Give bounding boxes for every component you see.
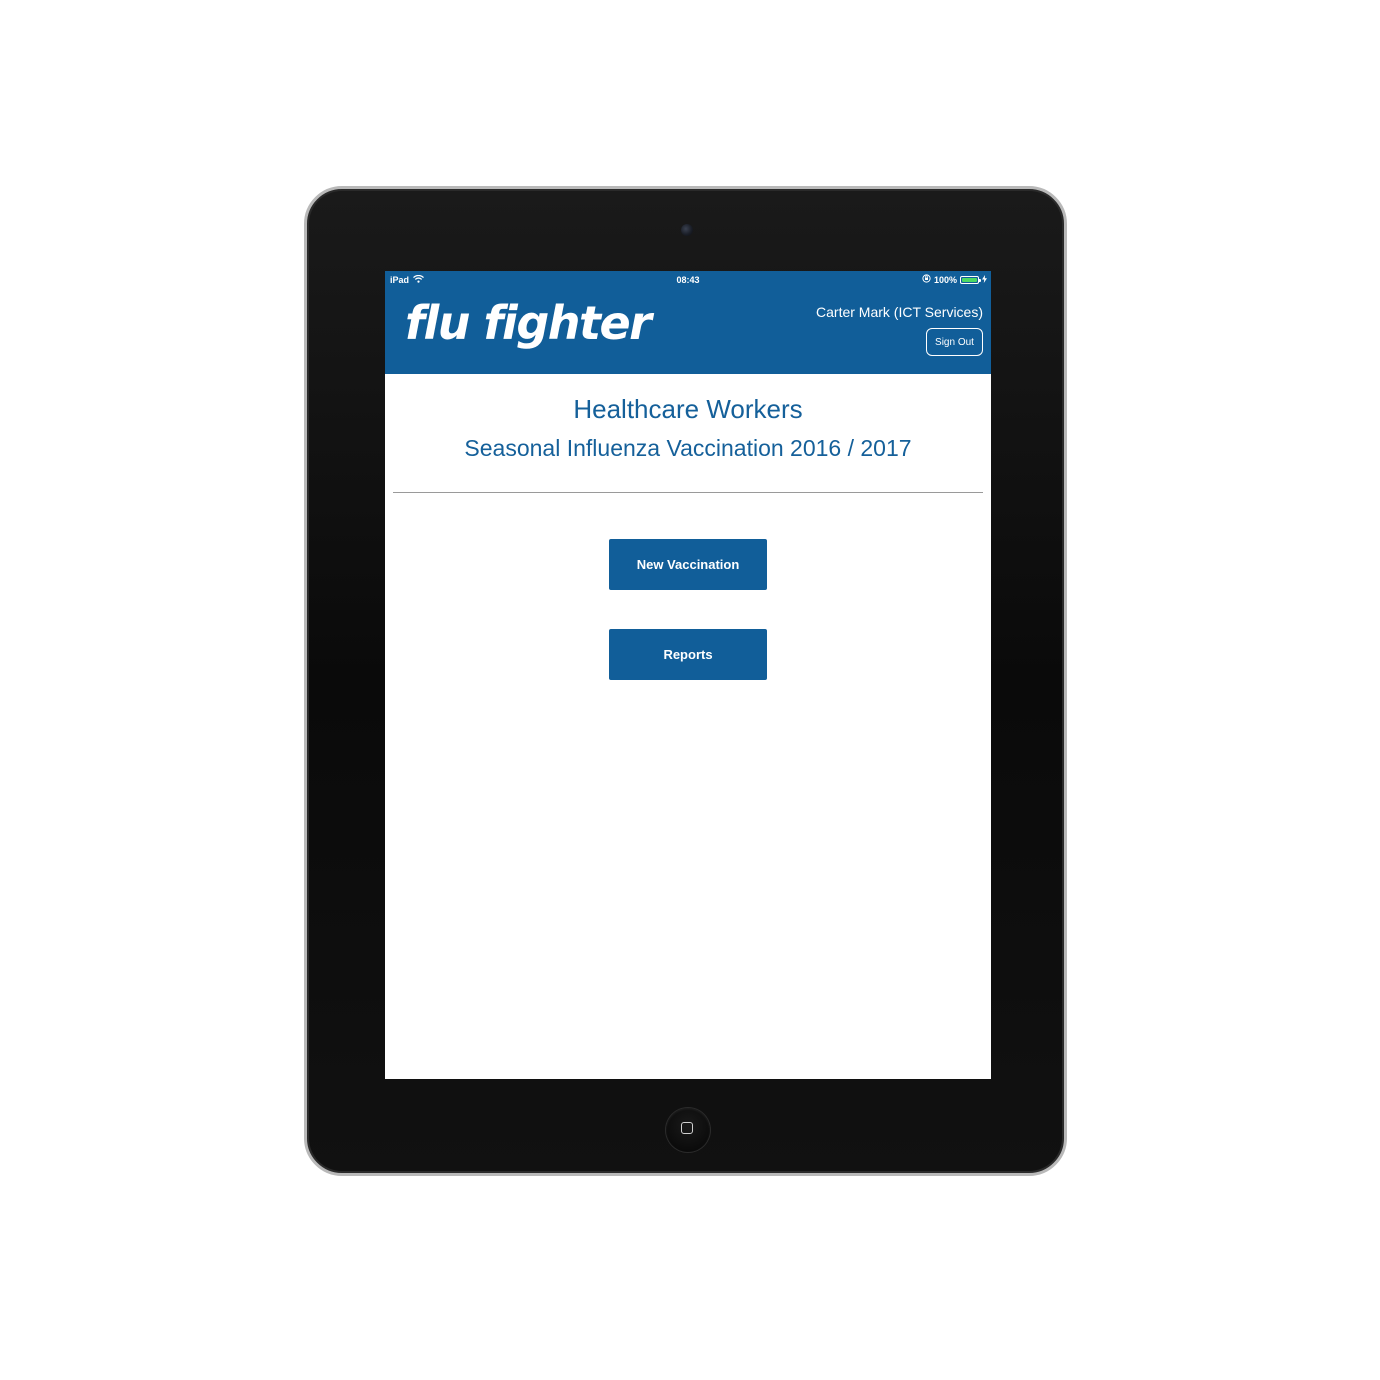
sign-out-button[interactable]: Sign Out [926,328,983,356]
battery-fill [962,277,977,282]
page-title: Healthcare Workers [573,394,803,424]
user-name: Carter Mark (ICT Services) [816,304,983,320]
home-button[interactable] [666,1108,710,1152]
reports-button[interactable]: Reports [609,629,767,680]
charging-icon [982,274,987,285]
orientation-lock-icon [922,274,931,285]
battery-percent: 100% [933,274,957,285]
status-right: 100% [922,274,987,285]
camera-icon [681,224,693,236]
app-header: iPad 08:43 100% flu fighter Carter Mark … [385,271,991,374]
battery-tip [979,278,981,282]
status-time: 08:43 [676,275,700,285]
page-subtitle: Seasonal Influenza Vaccination 2016 / 20… [464,435,912,461]
status-bar: iPad 08:43 100% [385,271,991,289]
divider [393,492,983,493]
flu-fighter-logo: flu fighter [405,296,652,350]
battery-icon [960,275,981,284]
new-vaccination-button[interactable]: New Vaccination [609,539,767,590]
app-screen: iPad 08:43 100% flu fighter Carter Mark … [385,271,991,1079]
home-square-icon [681,1122,693,1134]
